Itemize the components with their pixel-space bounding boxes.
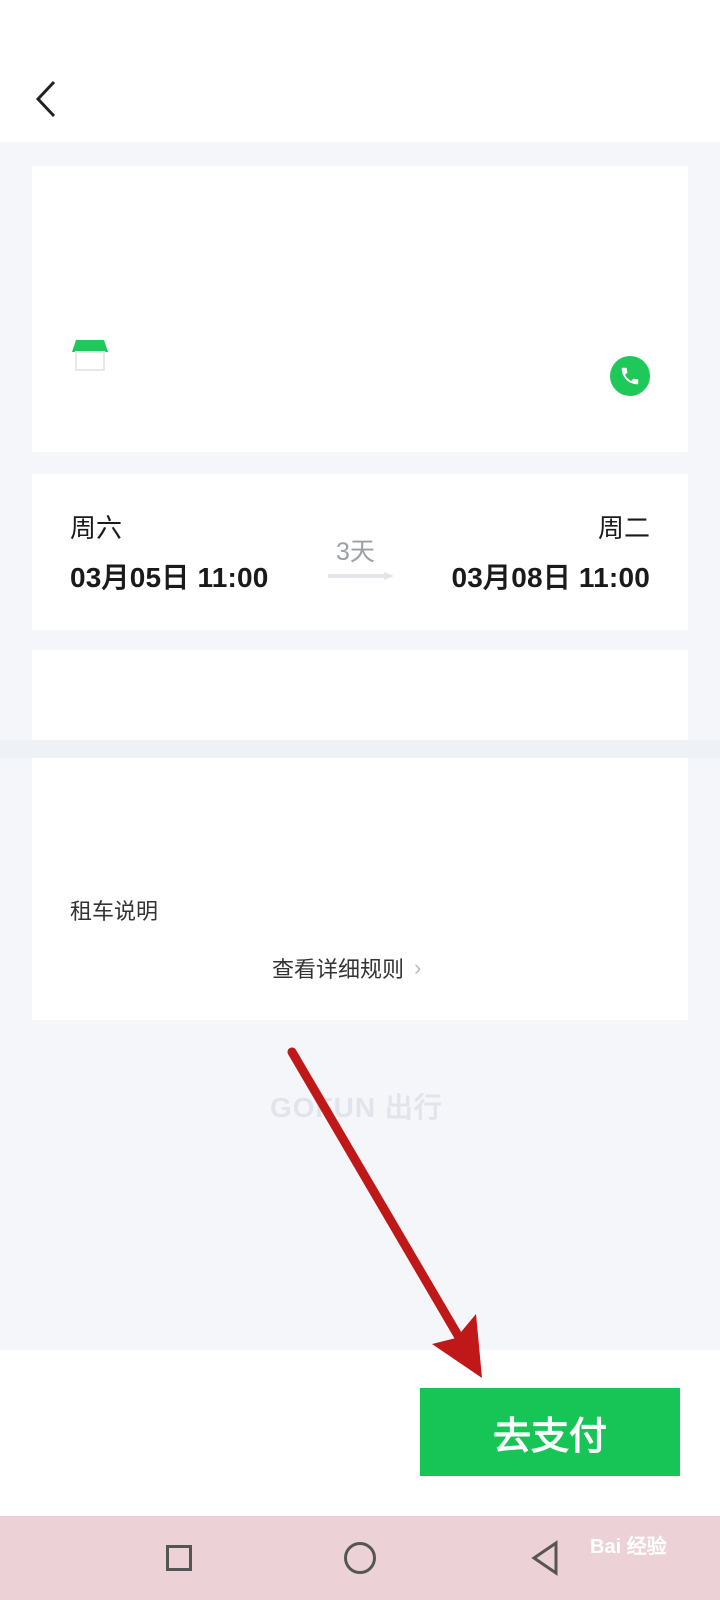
store-icon bbox=[70, 336, 110, 374]
view-rules-link[interactable]: 查看详细规则 › bbox=[272, 952, 421, 984]
top-bar bbox=[0, 0, 720, 142]
recent-apps-button[interactable] bbox=[166, 1545, 192, 1571]
chevron-left-icon bbox=[35, 80, 56, 118]
pay-button[interactable]: 去支付 bbox=[420, 1388, 680, 1476]
return-day: 周二 bbox=[597, 513, 650, 543]
watermark: Bai 经验 bbox=[590, 1536, 667, 1558]
view-rules-label: 查看详细规则 bbox=[272, 957, 405, 982]
pickup-day: 周六 bbox=[70, 513, 123, 543]
rental-duration: 3天 bbox=[336, 538, 375, 566]
divider-strip bbox=[0, 740, 720, 758]
home-button[interactable] bbox=[344, 1542, 376, 1574]
nav-back-button[interactable] bbox=[530, 1540, 560, 1576]
call-button[interactable] bbox=[610, 356, 650, 396]
brand-logo: GOFUN 出行 bbox=[270, 1092, 443, 1123]
chevron-right-icon: › bbox=[414, 955, 422, 980]
rental-notes-title: 租车说明 bbox=[70, 899, 159, 924]
pickup-datetime: 03月05日 11:00 bbox=[70, 562, 269, 593]
return-datetime: 03月08日 11:00 bbox=[451, 562, 650, 593]
duration-line bbox=[328, 572, 394, 580]
store-card bbox=[32, 166, 688, 452]
phone-icon bbox=[621, 367, 639, 385]
back-button[interactable] bbox=[26, 76, 66, 122]
